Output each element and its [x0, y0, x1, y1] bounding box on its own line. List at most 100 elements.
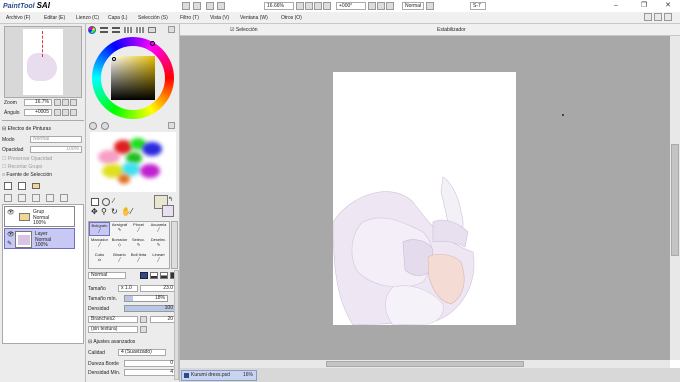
brush-cubo[interactable]: Cubo ⛀ — [89, 252, 110, 266]
zoom-field[interactable]: 16.7% — [24, 99, 52, 106]
scratchpad-mode-icon[interactable] — [148, 27, 156, 33]
menu-lienzo[interactable]: Lienzo (C) — [76, 15, 99, 21]
doc-minimize-button[interactable] — [644, 13, 652, 21]
menu-capa[interactable]: Capa (L) — [108, 15, 127, 21]
zoom-reset-icon[interactable] — [323, 2, 331, 10]
swap-colors-icon[interactable]: ↰ — [168, 196, 173, 203]
texture2-select[interactable]: (sin textura) — [88, 326, 138, 333]
brush-marcador[interactable]: Marcador ╱ — [89, 237, 110, 251]
horizontal-scroll-thumb[interactable] — [326, 361, 524, 367]
doc-restore-button[interactable] — [654, 13, 662, 21]
color-picker-cursor[interactable] — [112, 57, 116, 61]
brush-palette-scrollbar[interactable] — [171, 221, 178, 269]
navigator-divider[interactable] — [2, 118, 84, 121]
clear-layer-icon[interactable] — [32, 194, 40, 202]
rotate-ccw-icon[interactable] — [368, 2, 376, 10]
density-slider[interactable]: 100 — [124, 305, 176, 312]
brush-blend-select[interactable]: Normal — [88, 272, 126, 279]
texture-strength[interactable]: 20 — [150, 316, 176, 323]
menu-seleccion[interactable]: Selección (S) — [138, 15, 168, 21]
brush-shape-sharp[interactable] — [140, 272, 148, 279]
effects-header[interactable]: ⊟ Efectos de Pinturas — [2, 126, 51, 132]
menu-editar[interactable]: Editar (E) — [44, 15, 65, 21]
lasso-icon[interactable] — [102, 198, 110, 206]
redo-icon[interactable] — [193, 2, 201, 10]
view-blend-select[interactable]: Normal — [402, 2, 424, 10]
zoom-out-icon[interactable] — [296, 2, 304, 10]
rotate-reset-button[interactable] — [70, 109, 77, 116]
rotate-left-button[interactable] — [54, 109, 61, 116]
flip-icon[interactable] — [426, 2, 434, 10]
color-wheel[interactable] — [92, 37, 174, 119]
brush-borrador[interactable]: Borrador ◇ — [109, 237, 130, 251]
zoom-in-icon[interactable] — [305, 2, 313, 10]
eye-icon[interactable]: 👁 — [7, 209, 15, 216]
eyedropper-icon[interactable]: ⁄ — [131, 208, 132, 216]
secondary-color-swatch[interactable] — [162, 205, 174, 217]
hue-cursor[interactable] — [150, 41, 155, 46]
color-panel-close-button[interactable] — [168, 26, 175, 33]
rotate-cw-icon[interactable] — [377, 2, 385, 10]
brush-deseleccion[interactable]: Deselec. ✎ — [148, 237, 169, 251]
color-scratchpad[interactable] — [90, 132, 176, 192]
document-tab[interactable]: Kurumi dress.psd 16% — [181, 370, 257, 381]
rect-select-icon[interactable] — [91, 198, 99, 206]
color-square[interactable] — [111, 56, 155, 100]
rotate-right-button[interactable] — [62, 109, 69, 116]
magic-wand-icon[interactable]: ⁄ — [113, 198, 121, 206]
rgb-slider-mode-icon[interactable] — [100, 27, 108, 33]
menu-vista[interactable]: Vista (V) — [210, 15, 229, 21]
layer-item-layer[interactable]: 👁 ✎ Layer Normal 100% — [4, 228, 75, 249]
brush-binario[interactable]: Binario ╱ — [109, 252, 130, 266]
zoom-tool-icon[interactable]: ⚲ — [101, 208, 107, 216]
eye-icon[interactable]: 👁 — [7, 231, 15, 238]
invert-selection-icon[interactable] — [217, 2, 225, 10]
brush-pincel[interactable]: Pincel ╱ — [128, 222, 149, 236]
menu-filtro[interactable]: Filtro (T) — [180, 15, 199, 21]
layer-mask-icon[interactable] — [60, 194, 68, 202]
layer-item-grup[interactable]: 👁 Grup Normal 100% — [4, 206, 75, 227]
new-linework-layer-icon[interactable] — [18, 182, 26, 190]
size-multiplier[interactable]: x 1.0 — [118, 285, 138, 292]
scratchpad-close-button[interactable] — [168, 122, 175, 129]
edge-hardness-slider[interactable]: 0 — [124, 360, 176, 367]
size-slider[interactable]: 23.0 — [140, 285, 176, 292]
selection-toggle[interactable]: ☑ Selección — [230, 27, 258, 33]
brush-boli-tinta[interactable]: Boli tinta ╱ — [128, 252, 149, 266]
vertical-scroll-thumb[interactable] — [671, 144, 679, 256]
transfer-layer-icon[interactable] — [4, 194, 12, 202]
new-folder-icon[interactable] — [32, 183, 40, 189]
zoom-select[interactable]: 16.66% — [264, 2, 294, 10]
minimize-button[interactable]: – — [610, 1, 622, 11]
texture-select[interactable]: Branches2 — [88, 316, 138, 323]
selection-source-checkbox[interactable]: ○ Fuente de Selección — [2, 172, 52, 178]
brush-acuarela[interactable]: Acuarela ╱ — [148, 222, 169, 236]
clip-group-checkbox[interactable]: ☐ Recortar Grupo — [2, 164, 42, 170]
scratchpad-clear-icon[interactable] — [89, 122, 97, 130]
scratchpad-undo-icon[interactable] — [101, 122, 109, 130]
user-swatches-mode-icon[interactable] — [136, 27, 144, 33]
doc-close-button[interactable] — [664, 13, 672, 21]
min-size-slider[interactable]: 18% — [124, 295, 168, 302]
zoom-fit-icon[interactable] — [314, 2, 322, 10]
brush-aerografo[interactable]: Aerógraf ✎ — [109, 222, 130, 236]
deselect-icon[interactable] — [206, 2, 214, 10]
menu-ventana[interactable]: Ventana (W) — [240, 15, 268, 21]
rotate-reset-icon[interactable] — [386, 2, 394, 10]
texture2-settings-button[interactable] — [140, 326, 147, 333]
layer-mode-select[interactable]: Normal — [30, 136, 82, 143]
brush-seleccion[interactable]: Selecc. ✎ — [128, 237, 149, 251]
rotate-tool-icon[interactable]: ↻ — [111, 208, 118, 216]
preserve-opacity-checkbox[interactable]: ☐ Preservar Opacidad — [2, 156, 52, 162]
brush-shape-medium[interactable] — [150, 272, 158, 279]
advanced-header[interactable]: ⊟ Ajustes avanzados — [88, 339, 135, 345]
color-wheel-mode-icon[interactable] — [88, 26, 96, 34]
brush-boligrafo[interactable]: Bolígrafo ╱ — [89, 222, 110, 236]
brush-shape-soft[interactable] — [160, 272, 168, 279]
hsv-slider-mode-icon[interactable] — [112, 27, 120, 33]
undo-icon[interactable] — [182, 2, 190, 10]
texture-settings-button[interactable] — [140, 316, 147, 323]
navigator-preview[interactable] — [4, 26, 82, 98]
new-layer-icon[interactable] — [4, 182, 12, 190]
menu-otros[interactable]: Otros (O) — [281, 15, 302, 21]
